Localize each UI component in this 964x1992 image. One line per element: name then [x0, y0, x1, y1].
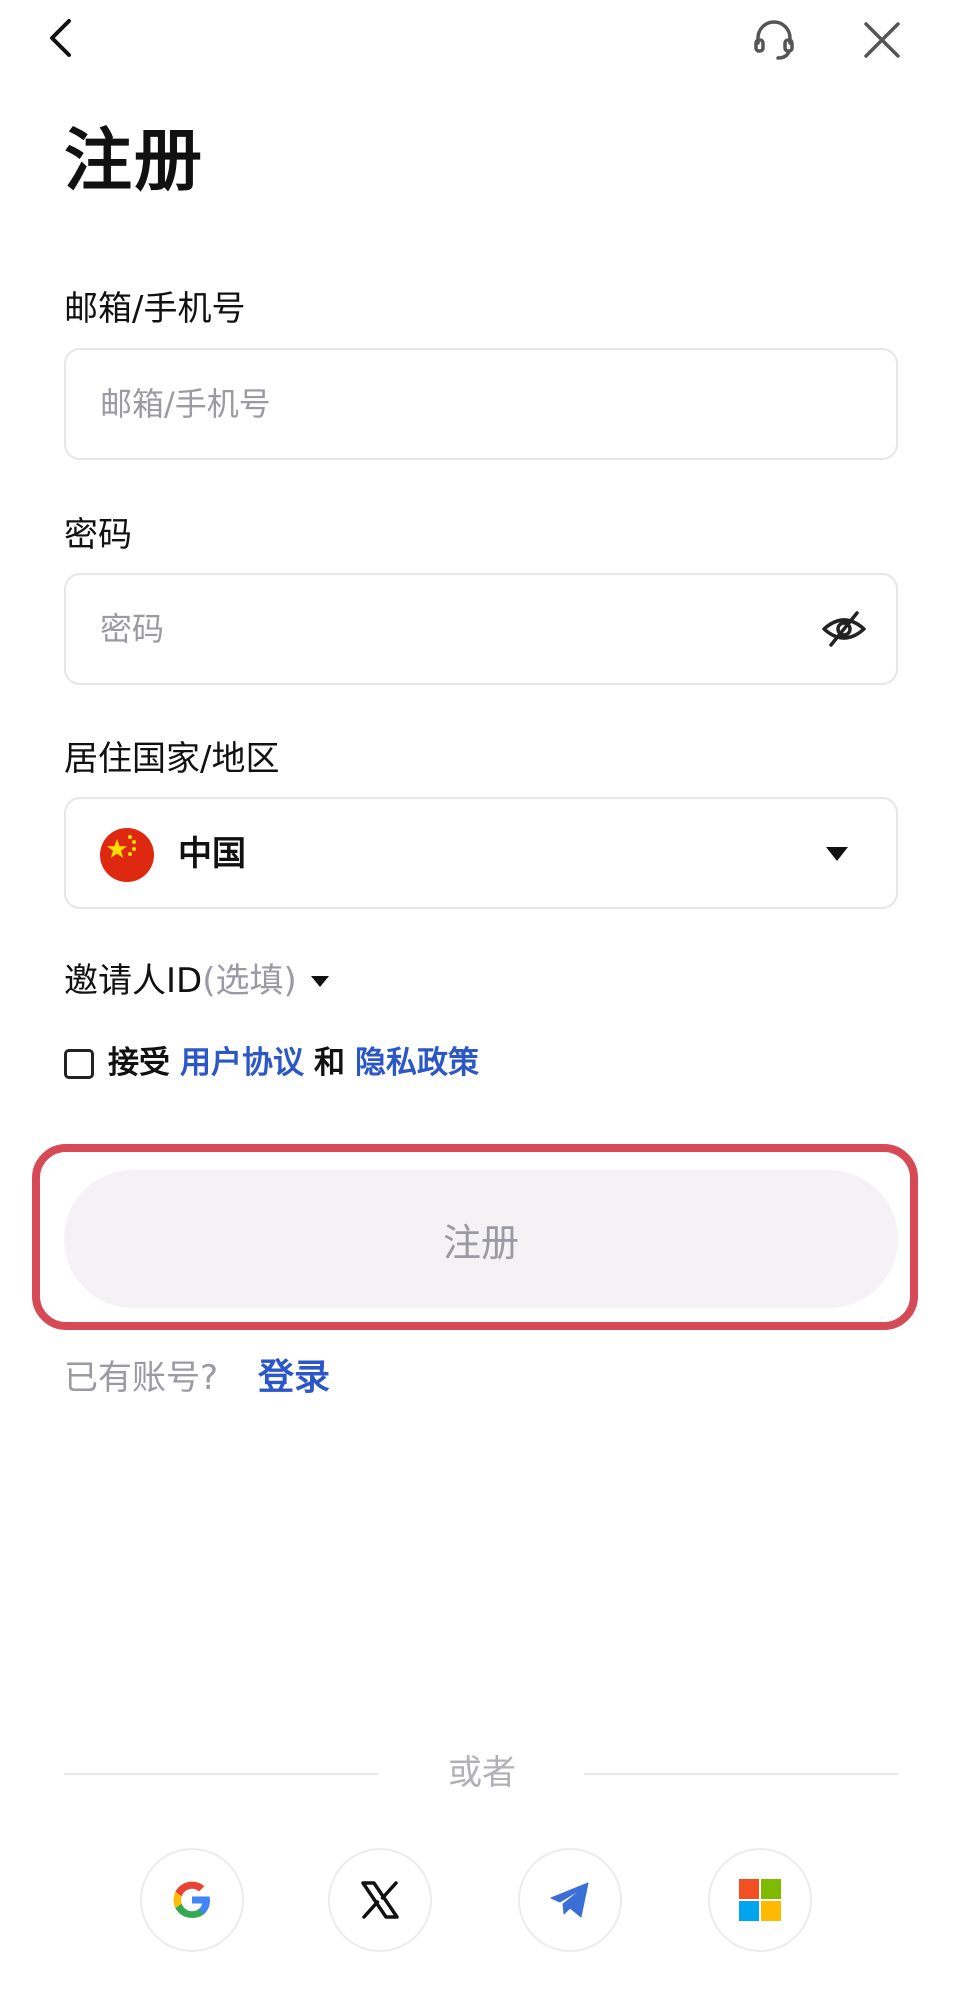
telegram-icon	[550, 1882, 589, 1918]
accept-text: 接受	[108, 1045, 170, 1081]
headset-icon	[754, 20, 794, 60]
email-label: 邮箱/手机号	[64, 289, 246, 329]
top-bar	[0, 0, 964, 80]
china-flag-icon	[100, 828, 154, 882]
email-field-box	[64, 348, 898, 460]
eye-off-icon	[822, 611, 866, 647]
toggle-password-visibility-button[interactable]	[818, 603, 870, 655]
register-button[interactable]: 注册	[64, 1170, 898, 1308]
email-input[interactable]	[100, 350, 780, 458]
country-select[interactable]: 中国	[64, 797, 898, 909]
have-account-text: 已有账号?	[64, 1358, 219, 1398]
divider-line-right	[584, 1773, 898, 1775]
password-input[interactable]	[100, 575, 780, 683]
telegram-login-button[interactable]	[518, 1848, 622, 1952]
agreement-checkbox[interactable]	[64, 1048, 94, 1079]
agreement-row: 接受 用户协议 和 隐私政策	[64, 1048, 479, 1079]
invite-id-toggle[interactable]: 邀请人ID (选填)	[64, 964, 329, 998]
x-login-button[interactable]	[328, 1848, 432, 1952]
google-login-button[interactable]	[140, 1848, 244, 1952]
login-row: 已有账号? 登录	[64, 1360, 330, 1396]
google-icon	[173, 1881, 210, 1918]
password-field-box	[64, 573, 898, 685]
microsoft-icon	[739, 1879, 781, 1921]
microsoft-login-button[interactable]	[708, 1848, 812, 1952]
page-title: 注册	[64, 122, 205, 201]
invite-id-optional: (选填)	[202, 961, 297, 1001]
back-arrow-icon	[50, 19, 71, 57]
country-value: 中国	[178, 834, 246, 874]
customer-service-button[interactable]	[746, 12, 802, 68]
password-label: 密码	[64, 515, 132, 555]
user-agreement-link[interactable]: 用户协议	[180, 1048, 304, 1079]
login-link[interactable]: 登录	[258, 1360, 330, 1396]
x-icon	[361, 1881, 399, 1919]
country-label: 居住国家/地区	[64, 739, 280, 779]
invite-id-label: 邀请人ID	[64, 961, 203, 1001]
close-icon	[864, 22, 900, 58]
register-page: 注册 邮箱/手机号 密码 居住国家/地区 中国	[0, 0, 964, 1992]
and-text: 和	[314, 1045, 345, 1081]
caret-down-small-icon	[310, 975, 329, 987]
privacy-policy-link[interactable]: 隐私政策	[355, 1048, 479, 1079]
back-button[interactable]	[36, 14, 84, 62]
close-button[interactable]	[856, 14, 908, 66]
caret-down-icon	[826, 847, 848, 861]
